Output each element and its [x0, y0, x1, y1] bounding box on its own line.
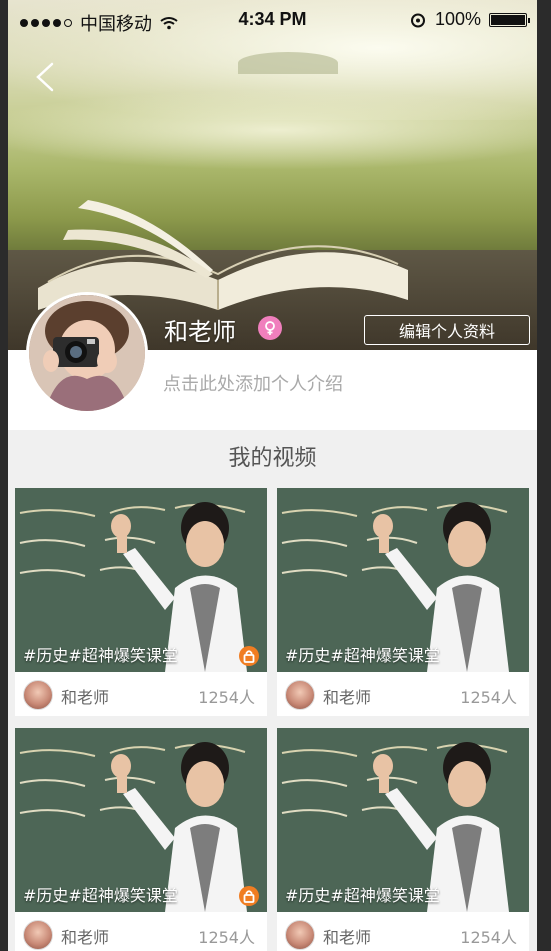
video-thumbnail: #历史#超神爆笑课堂 [277, 488, 529, 672]
section-title-my-videos: 我的视频 [228, 446, 317, 471]
video-thumbnail: #历史#超神爆笑课堂 [15, 488, 267, 672]
avatar-photo [29, 295, 145, 411]
viewer-count: 1254人 [460, 688, 517, 707]
battery-percent: 100% [434, 9, 481, 29]
viewer-count: 1254人 [460, 928, 517, 947]
alarm-icon [410, 13, 425, 27]
author-avatar [23, 920, 53, 950]
author-name: 和老师 [323, 928, 372, 947]
video-card[interactable]: #历史#超神爆笑课堂 和老师 1254人 [15, 728, 267, 951]
profile-name: 和老师 [164, 318, 236, 346]
video-thumbnail: #历史#超神爆笑课堂 [15, 728, 267, 912]
video-card[interactable]: #历史#超神爆笑课堂 和老师 1254人 [277, 488, 529, 716]
battery-icon [489, 12, 530, 27]
status-right: 100% [409, 9, 530, 30]
status-bar: 中国移动 4:34 PM 100% [8, 0, 537, 40]
author-avatar [285, 920, 315, 950]
author-name: 和老师 [323, 688, 372, 707]
video-tag: #历史#超神爆笑课堂 [285, 646, 440, 665]
phone-screen: 中国移动 4:34 PM 100% 和老师 编辑个人资料 点击此处添加个人介绍 … [8, 0, 537, 951]
video-tag: #历史#超神爆笑课堂 [23, 646, 178, 665]
back-arrow-icon [36, 62, 54, 92]
author-name: 和老师 [61, 928, 110, 947]
edit-profile-button[interactable]: 编辑个人资料 [364, 315, 530, 345]
video-card-info: 和老师 1254人 [277, 672, 529, 716]
video-tag: #历史#超神爆笑课堂 [285, 886, 440, 905]
lock-icon [239, 886, 259, 906]
author-avatar [23, 680, 53, 710]
cover-hill [238, 52, 338, 74]
author-name: 和老师 [61, 688, 110, 707]
female-icon [258, 316, 282, 340]
cover-haze [8, 90, 537, 170]
lock-icon [239, 646, 259, 666]
viewer-count: 1254人 [198, 688, 255, 707]
video-card-info: 和老师 1254人 [15, 912, 267, 951]
back-button[interactable] [32, 62, 58, 92]
avatar-illustration [29, 295, 145, 411]
video-thumbnail: #历史#超神爆笑课堂 [277, 728, 529, 912]
viewer-count: 1254人 [198, 928, 255, 947]
video-card-info: 和老师 1254人 [15, 672, 267, 716]
avatar[interactable] [26, 292, 148, 414]
video-card[interactable]: #历史#超神爆笑课堂 和老师 1254人 [277, 728, 529, 951]
video-tag: #历史#超神爆笑课堂 [23, 886, 178, 905]
video-card-info: 和老师 1254人 [277, 912, 529, 951]
bio-placeholder[interactable]: 点击此处添加个人介绍 [163, 370, 343, 396]
video-card[interactable]: #历史#超神爆笑课堂 和老师 1254人 [15, 488, 267, 716]
author-avatar [285, 680, 315, 710]
